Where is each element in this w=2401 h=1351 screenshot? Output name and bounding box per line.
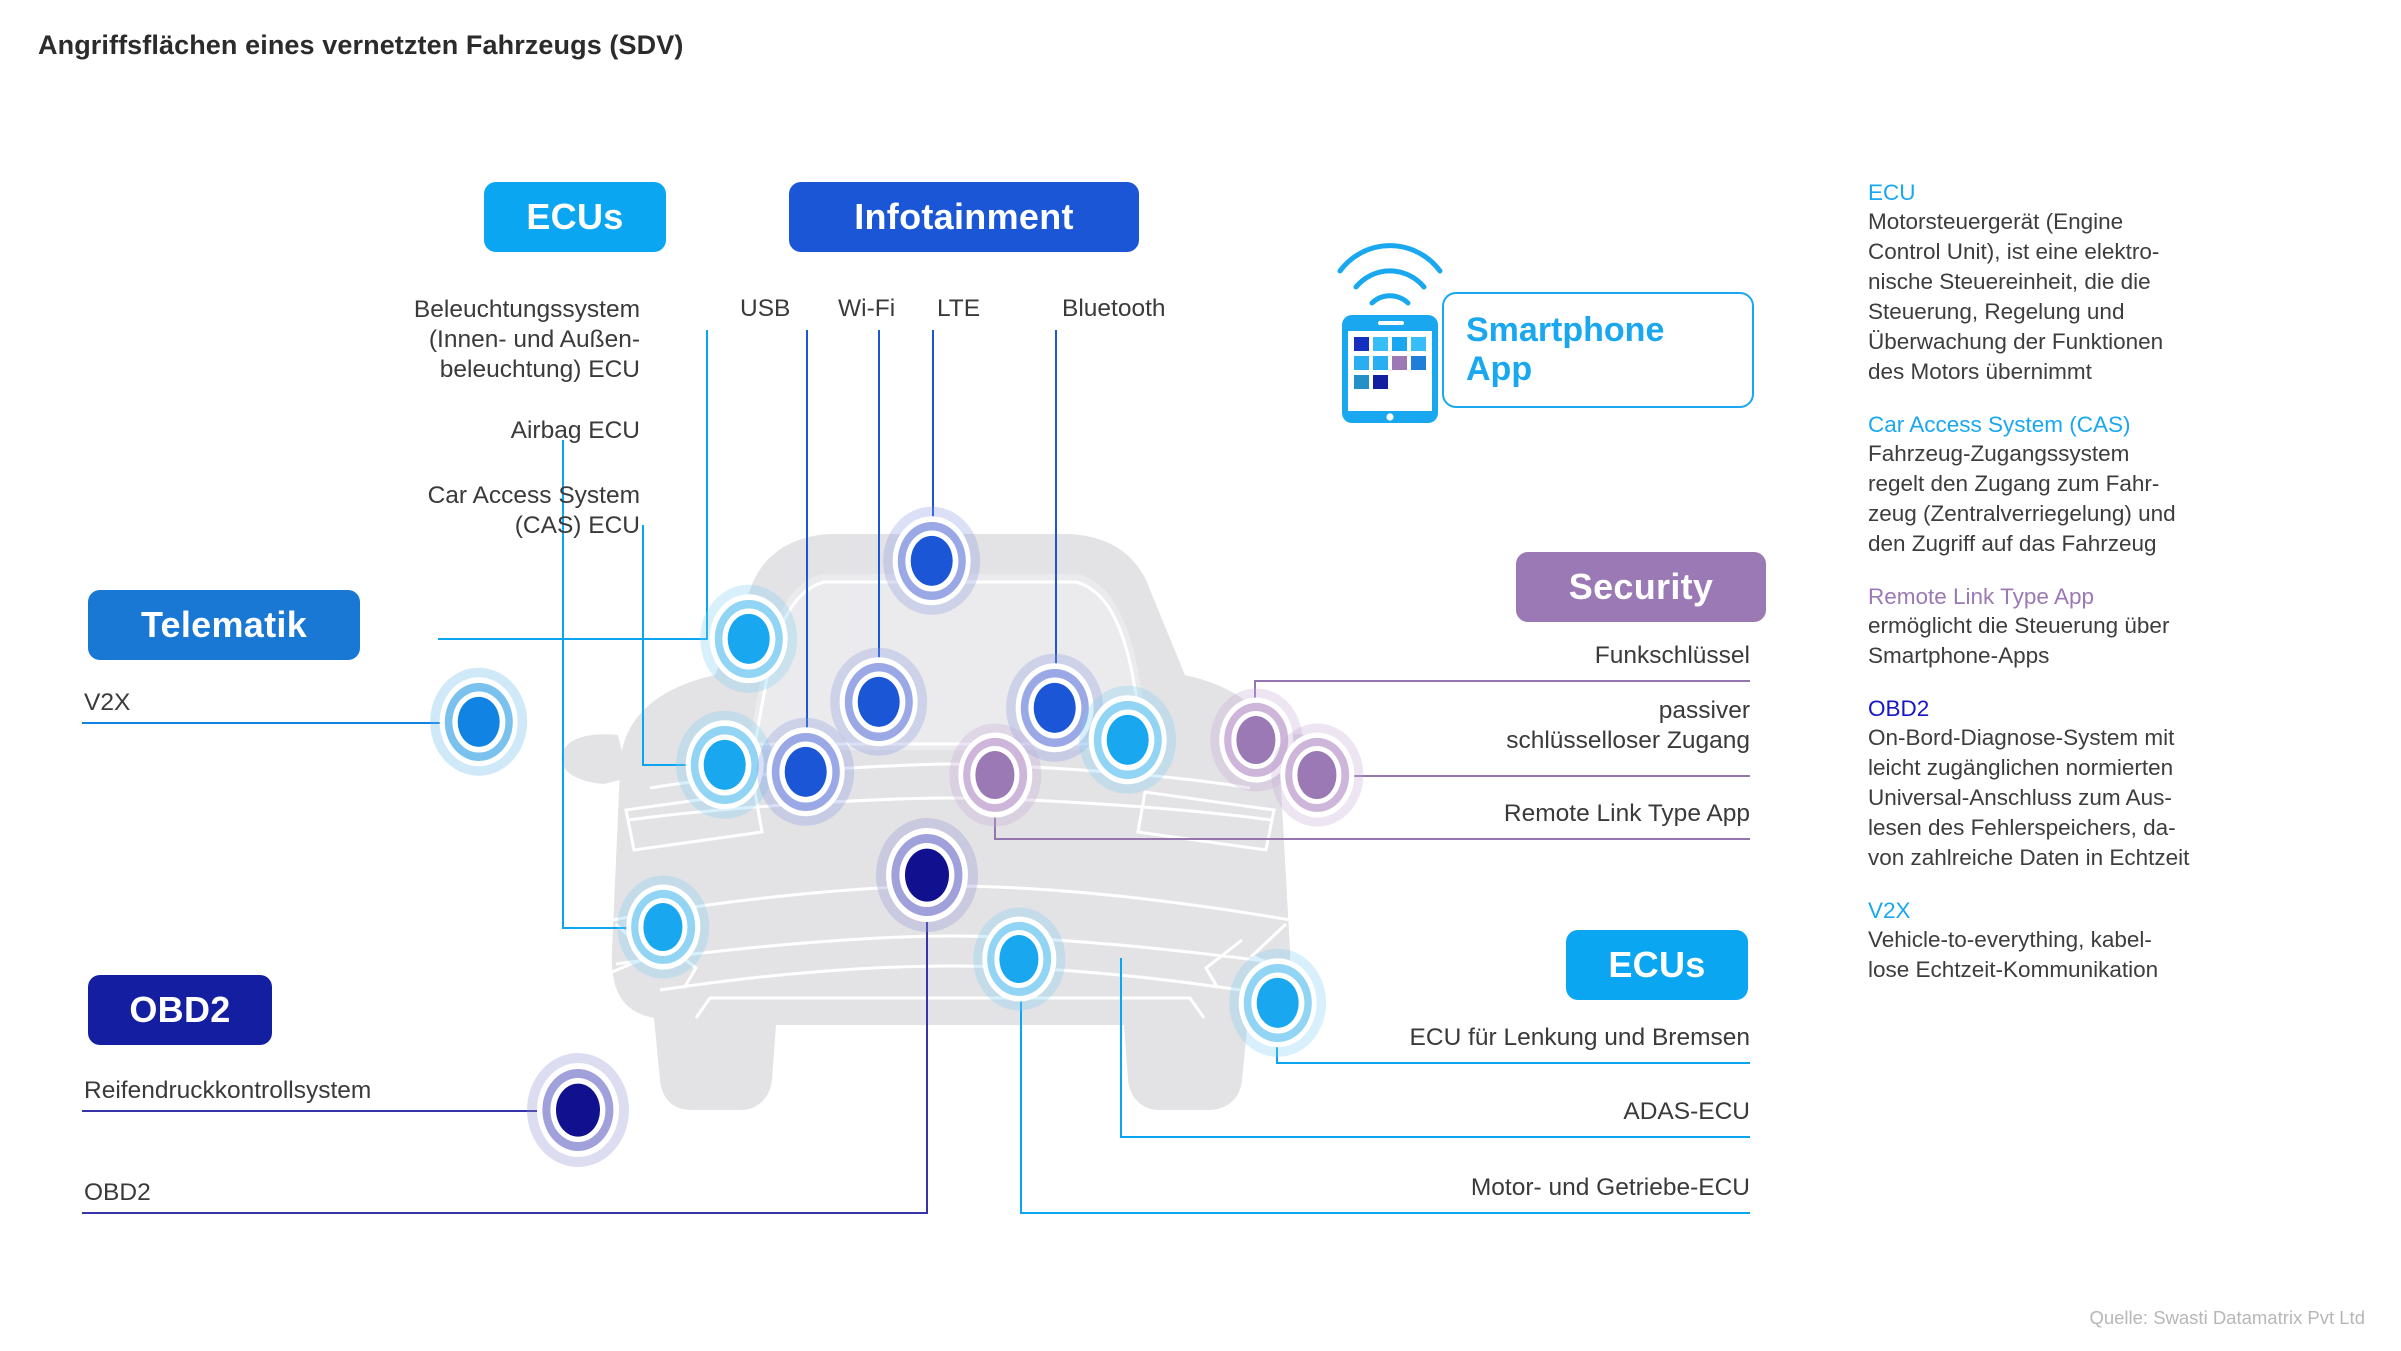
marker-ring bbox=[1297, 751, 1337, 799]
badge-ecus-bottom[interactable]: ECUs bbox=[1566, 930, 1748, 1000]
marker-ring bbox=[704, 739, 746, 791]
label-lenkung: ECU für Lenkung und Bremsen bbox=[1409, 1024, 1750, 1051]
marker-ring bbox=[785, 746, 827, 798]
badge-obd2[interactable]: OBD2 bbox=[88, 975, 272, 1045]
label-beleuchtung: Beleuchtungssystem (Innen- und Außen- be… bbox=[413, 296, 640, 383]
marker-v2x[interactable] bbox=[430, 667, 529, 777]
marker-lte[interactable] bbox=[883, 506, 982, 616]
label-adas: ADAS-ECU bbox=[1623, 1098, 1750, 1125]
glossary-panel: ECU Motorsteuergerät (Engine Control Unit… bbox=[1868, 178, 2278, 1008]
connector-cas-v bbox=[642, 525, 644, 766]
glossary-item: ECU Motorsteuergerät (Engine Control Unit… bbox=[1868, 178, 2278, 387]
glossary-item: Car Access System (CAS) Fahrzeug-Zugangss… bbox=[1868, 410, 2278, 559]
marker-ring bbox=[999, 935, 1039, 983]
badge-telematik[interactable]: Telematik bbox=[88, 590, 360, 660]
badge-smartphone-app-label: Smartphone App bbox=[1466, 311, 1665, 388]
label-bluetooth: Bluetooth bbox=[1062, 295, 1166, 322]
connector-passiv bbox=[1316, 775, 1750, 777]
glossary-term: V2X bbox=[1868, 897, 1911, 923]
badge-security[interactable]: Security bbox=[1516, 552, 1766, 622]
marker-adas[interactable] bbox=[972, 907, 1066, 1011]
glossary-definition: Motorsteuergerät (Engine Control Unit), … bbox=[1868, 209, 2164, 384]
marker-ring bbox=[556, 1083, 600, 1137]
label-lte: LTE bbox=[937, 295, 981, 322]
page-title: Angriffsflächen eines vernetzten Fahrzeu… bbox=[38, 30, 684, 60]
smartphone-icon bbox=[1330, 205, 1460, 430]
glossary-term: Remote Link Type App bbox=[1868, 583, 2094, 609]
glossary-term: ECU bbox=[1868, 180, 1916, 205]
marker-motor[interactable] bbox=[875, 817, 979, 933]
marker-ring bbox=[975, 751, 1015, 799]
marker-airbag[interactable] bbox=[616, 875, 710, 979]
connector-obd2 bbox=[82, 1212, 928, 1214]
connector-funkschluessel bbox=[1254, 680, 1750, 682]
glossary-term: OBD2 bbox=[1868, 695, 1930, 721]
label-reifendruck: Reifendruckkontrollsystem bbox=[84, 1077, 372, 1104]
glossary-definition: ermöglicht die Steuerung über Smartphone… bbox=[1868, 612, 2170, 668]
connector-remote-link bbox=[994, 838, 1750, 840]
label-remote-link: Remote Link Type App bbox=[1503, 800, 1750, 827]
source-credit: Quelle: Swasti Datamatrix Pvt Ltd bbox=[2089, 1307, 2365, 1328]
badge-smartphone-app[interactable]: Smartphone App bbox=[1442, 292, 1754, 408]
connector-motor bbox=[1020, 1212, 1750, 1214]
connector-v2x bbox=[82, 722, 480, 724]
glossary-definition: Fahrzeug-Zugangssystem regelt den Zugang… bbox=[1868, 441, 2176, 556]
glossary-item: OBD2 On-Bord-Diagnose-System mit leicht z… bbox=[1868, 694, 2278, 873]
label-airbag: Airbag ECU bbox=[510, 417, 640, 444]
label-usb: USB bbox=[740, 295, 791, 322]
marker-beleuchtung[interactable] bbox=[700, 584, 799, 694]
glossary-term: Car Access System (CAS) bbox=[1868, 411, 2131, 437]
glossary-definition: On-Bord-Diagnose-System mit leicht zugän… bbox=[1868, 725, 2190, 870]
connector-adas bbox=[1120, 1136, 1750, 1138]
connector-reifendruck bbox=[82, 1110, 580, 1112]
badge-ecus-top[interactable]: ECUs bbox=[484, 182, 666, 252]
marker-ring bbox=[858, 676, 900, 728]
marker-remote-link[interactable] bbox=[948, 723, 1042, 827]
connector-beleuchtung bbox=[438, 638, 708, 640]
connector-usb bbox=[806, 330, 808, 774]
label-passiver: passiver schlüsselloser Zugang bbox=[1506, 697, 1750, 754]
label-funkschluessel: Funkschlüssel bbox=[1594, 642, 1750, 669]
marker-reifendruck[interactable] bbox=[526, 1052, 630, 1168]
marker-ring bbox=[1107, 714, 1149, 766]
badge-infotainment[interactable]: Infotainment bbox=[789, 182, 1139, 252]
marker-ring bbox=[905, 848, 949, 902]
marker-ring bbox=[911, 535, 953, 587]
marker-passiv[interactable] bbox=[1079, 685, 1178, 795]
marker-wifi[interactable] bbox=[830, 647, 929, 757]
label-motor: Motor- und Getriebe-ECU bbox=[1470, 1174, 1750, 1201]
marker-ring bbox=[643, 903, 683, 951]
label-obd2: OBD2 bbox=[84, 1179, 151, 1206]
label-cas: Car Access System (CAS) ECU bbox=[427, 482, 640, 539]
glossary-item: V2X Vehicle-to-everything, kabel- lose Ec… bbox=[1868, 896, 2278, 985]
label-wifi: Wi-Fi bbox=[838, 295, 896, 322]
marker-ring bbox=[1257, 977, 1299, 1029]
label-v2x: V2X bbox=[84, 689, 131, 716]
connector-lenkung bbox=[1276, 1062, 1750, 1064]
connector-adas-v bbox=[1120, 958, 1122, 1138]
marker-ring bbox=[728, 613, 770, 665]
marker-ring bbox=[458, 696, 500, 748]
glossary-definition: Vehicle-to-everything, kabel- lose Echtz… bbox=[1868, 926, 2159, 982]
glossary-item: Remote Link Type App ermöglicht die Steue… bbox=[1868, 582, 2278, 671]
